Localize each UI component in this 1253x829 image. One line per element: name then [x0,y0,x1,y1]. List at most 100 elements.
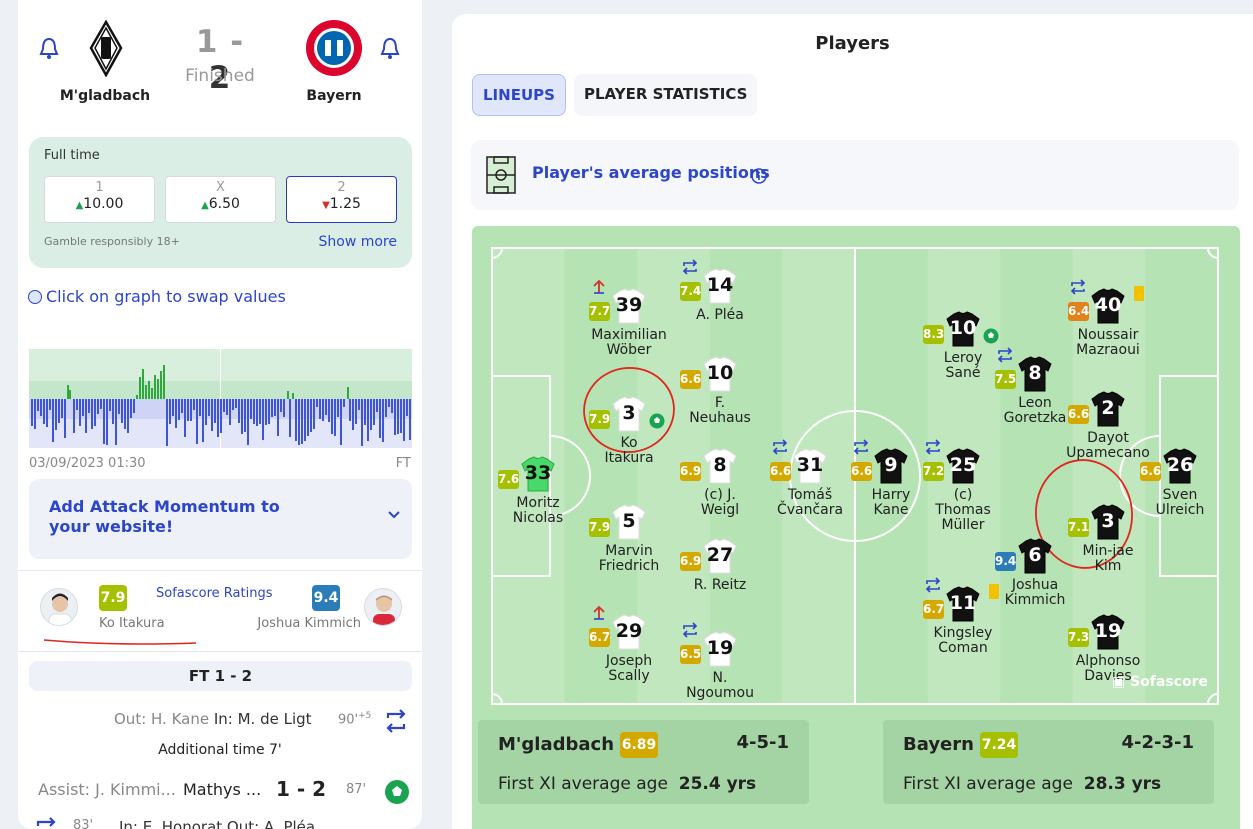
away-team-name[interactable]: Bayern [274,88,394,104]
substitution-icon [36,817,56,827]
momentum-bar [31,399,33,426]
momentum-bar [211,399,213,431]
momentum-bar [106,399,108,445]
jersey-number: 5 [622,510,636,532]
player-rating: 9.4 [995,552,1016,571]
momentum-bar [37,399,39,411]
player-name: R. Reitz [693,577,747,593]
momentum-bar [376,399,378,412]
momentum-bar [115,399,117,445]
promo-text[interactable]: Add Attack Momentum to your website! [49,497,319,537]
goal-score: 1 - 2 [276,777,327,801]
home-team-name[interactable]: M'gladbach [45,88,165,104]
lineup-pitch: 33 7.6 Moritz Nicolas 39 7.7 Maximilian Wöber 14… [472,226,1240,829]
average-positions-label[interactable]: Player's average positions [532,163,770,182]
swap-values-toggle[interactable]: Click on graph to swap values [28,287,286,306]
momentum-bar [388,399,390,407]
momentum-bar [409,399,411,440]
home-player-name[interactable]: Ko Itakura [99,616,165,631]
player-name: A. Pléa [696,307,744,323]
odds-away[interactable]: 2 ▼1.25 [286,176,397,223]
momentum-bar [250,399,252,419]
attack-momentum-graph[interactable] [29,349,412,448]
jersey-number: 39 [615,294,643,316]
avatar[interactable] [364,588,402,626]
momentum-bar [364,399,366,425]
goal-scorer[interactable]: Mathys ... [183,780,261,799]
substitution-icon [386,709,406,733]
home-team-logo[interactable] [89,20,123,77]
momentum-promo[interactable]: Add Attack Momentum to your website! [29,479,412,559]
avatar[interactable] [40,588,78,626]
jersey-number: 25 [949,454,977,476]
momentum-bar [391,399,393,413]
player-name: Noussair Mazraoui [1076,327,1140,358]
substitution-event[interactable]: In: E. Honorat Out: A. Pléa [119,818,315,829]
momentum-bar [124,399,126,429]
odds-home[interactable]: 1 ▲10.00 [44,176,155,223]
sofascore-ratings[interactable]: 7.9 Ko Itakura Sofascore Ratings Joshua … [18,580,422,645]
away-player[interactable]: 40 6.4 Noussair Mazraoui [1048,279,1168,358]
away-average-rating: 7.24 [980,732,1018,758]
momentum-bar [148,381,150,399]
tab-lineups[interactable]: LINEUPS [472,74,566,116]
added-time-note: Additional time 7' [158,742,282,758]
momentum-bar [69,390,71,399]
jersey-number: 31 [796,454,824,476]
momentum-bar [91,399,93,429]
home-player[interactable]: 19 6.5 N. Ngoumou [660,622,780,701]
player-rating: 8.3 [923,325,944,344]
radio-icon[interactable] [28,290,42,304]
momentum-bar [199,399,201,416]
goal-assist[interactable]: Assist: J. Kimmi... [38,780,176,799]
away-player-name[interactable]: Joshua Kimmich [257,616,361,631]
match-date: 03/09/2023 01:30 [29,456,146,471]
home-player[interactable]: 27 6.9 R. Reitz [660,538,780,593]
player-rating: 7.9 [589,518,610,537]
away-player[interactable]: 11 6.7 Kingsley Coman [903,577,1023,656]
average-positions-toggle[interactable]: Player's average positions [471,140,1239,210]
info-icon[interactable] [751,168,767,184]
bell-icon[interactable] [39,36,59,62]
tab-player-statistics[interactable]: PLAYER STATISTICS [574,74,758,116]
momentum-bar [103,399,105,444]
player-rating: 6.9 [680,462,701,481]
jersey-number: 33 [524,462,552,484]
momentum-bar [334,399,336,436]
momentum-bar [229,399,231,425]
momentum-bar [172,399,174,416]
momentum-bar [403,399,405,441]
jersey-number: 27 [706,544,734,566]
jersey-number: 10 [706,362,734,384]
momentum-bar [397,399,399,434]
momentum-bar [79,399,81,426]
odds-draw[interactable]: X ▲6.50 [165,176,276,223]
players-panel: Players LINEUPS PLAYER STATISTICS Player… [452,14,1253,829]
substitution-event[interactable]: Out: H. Kane In: M. de Ligt [114,710,312,728]
home-player[interactable]: 14 7.4 A. Pléa [660,259,780,323]
away-lineup-summary: Bayern 7.24 4-2-3-1 First XI average age… [883,720,1214,804]
momentum-bar [88,399,90,413]
momentum-bar [100,399,102,409]
bell-icon[interactable] [380,36,400,62]
chevron-down-icon[interactable] [388,511,400,519]
show-more-link[interactable]: Show more [319,234,398,250]
away-team-logo[interactable] [304,18,364,78]
momentum-bar [127,399,129,433]
momentum-bar [121,399,123,423]
momentum-bar [347,387,349,399]
pitch-icon [486,156,516,194]
momentum-bar [310,399,312,432]
jersey-number: 29 [615,620,643,642]
player-rating: 6.6 [680,370,701,389]
momentum-bar [358,399,360,410]
momentum-bar [166,399,168,446]
away-player[interactable]: 25 7.2 (c) Thomas Müller [903,439,1023,533]
ratings-title: Sofascore Ratings [156,586,273,601]
momentum-bar [298,399,300,445]
momentum-bar [256,399,258,426]
jersey-number: 3 [622,402,636,424]
momentum-bar [301,399,303,444]
momentum-bar [337,399,339,417]
player-rating: 6.4 [1068,302,1089,321]
